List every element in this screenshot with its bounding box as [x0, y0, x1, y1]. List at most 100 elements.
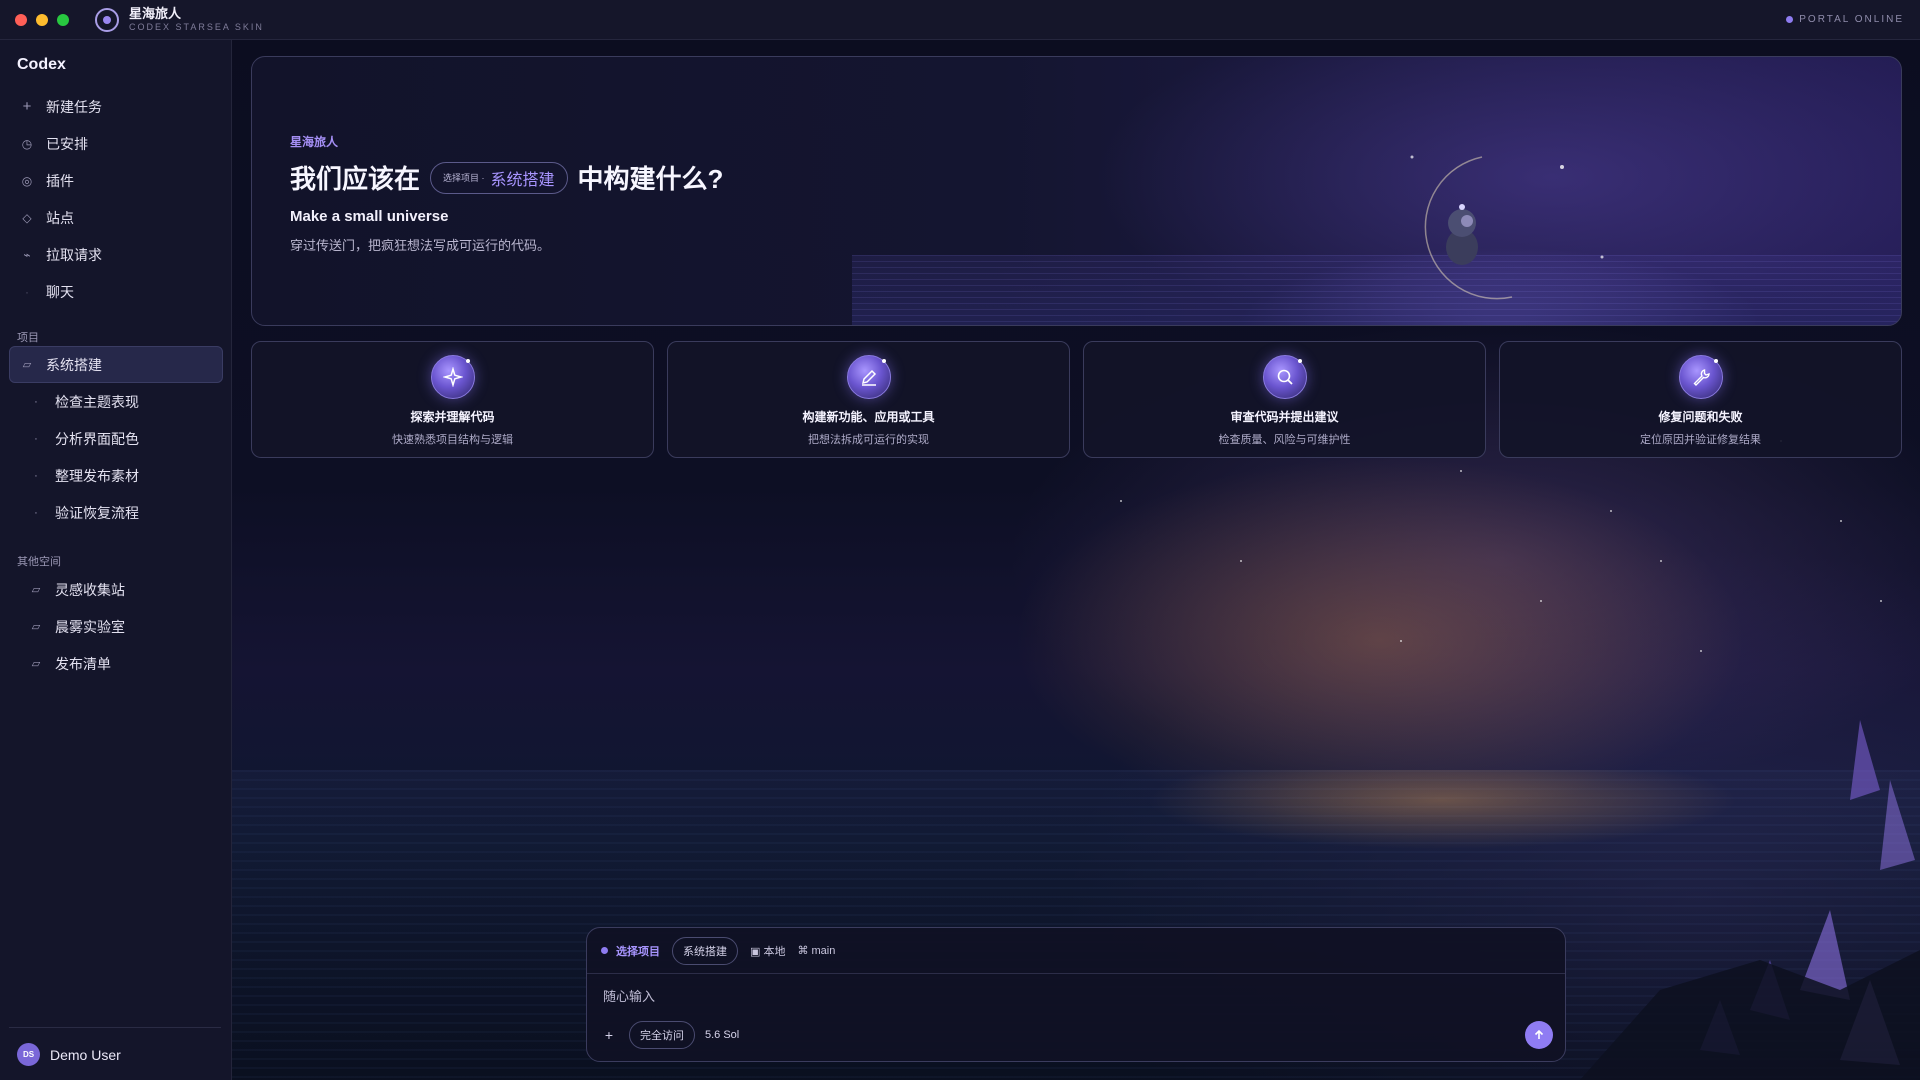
user-name: Demo User — [50, 1046, 121, 1063]
portal-logo-icon — [95, 7, 119, 32]
status-dot-icon — [1786, 16, 1794, 23]
suggestion-cards: 探索并理解代码 快速熟悉项目结构与逻辑 构建新功能、应用或工具 把想法拆成可运行… — [251, 341, 1902, 458]
composer-context-bar: 选择项目 系统搭建 ▣ 本地 ⌘ main — [587, 928, 1565, 974]
projects-section-label: 项目 — [17, 332, 39, 344]
project-item-label: 分析界面配色 — [55, 430, 139, 447]
portal-status: PORTAL ONLINE — [1786, 14, 1904, 25]
space-item[interactable]: ▱ 发布清单 — [9, 645, 223, 682]
sidebar-item-plugins[interactable]: ◎ 插件 — [0, 162, 232, 199]
card-description: 快速熟悉项目结构与逻辑 — [392, 434, 513, 446]
project-item[interactable]: · 分析界面配色 — [9, 420, 223, 457]
send-button[interactable] — [1525, 1021, 1553, 1049]
folder-icon: ▱ — [31, 621, 41, 633]
arrow-up-icon — [1534, 1029, 1544, 1039]
sidebar-item-label: 插件 — [46, 172, 74, 189]
dot-icon: · — [34, 469, 38, 482]
pull-request-icon: ⌁ — [23, 247, 31, 262]
card-review-code[interactable]: 审查代码并提出建议 检查质量、风险与可维护性 — [1083, 341, 1486, 458]
user-profile[interactable]: DS Demo User — [17, 1043, 121, 1066]
hero-title-suffix: 中构建什么? — [577, 164, 724, 194]
project-item-label: 验证恢复流程 — [55, 504, 139, 521]
sidebar-item-label: 新建任务 — [46, 98, 102, 115]
folder-icon: ▱ — [31, 658, 41, 670]
card-description: 检查质量、风险与可维护性 — [1218, 434, 1351, 446]
sidebar-divider — [9, 1027, 221, 1028]
project-item[interactable]: · 检查主题表现 — [9, 383, 223, 420]
title-bar: 星海旅人 CODEX STARSEA SKIN PORTAL ONLINE — [0, 0, 1920, 40]
sidebar-brand: Codex — [17, 56, 66, 73]
project-selector-value: 系统搭建 — [490, 171, 555, 189]
sparkle-icon — [430, 355, 475, 399]
card-title: 修复问题和失败 — [1658, 410, 1743, 424]
diamond-icon: ◇ — [22, 210, 32, 225]
prompt-input[interactable] — [603, 989, 1503, 1004]
project-item-label: 整理发布素材 — [55, 467, 139, 484]
avatar: DS — [17, 1043, 40, 1066]
hero-title: 我们应该在 选择项目 · 系统搭建 中构建什么? — [290, 159, 723, 196]
crystal-decoration — [1580, 720, 1920, 1080]
space-item[interactable]: ▱ 晨雾实验室 — [9, 608, 223, 645]
card-build-feature[interactable]: 构建新功能、应用或工具 把想法拆成可运行的实现 — [667, 341, 1070, 458]
card-explore-code[interactable]: 探索并理解代码 快速熟悉项目结构与逻辑 — [251, 341, 654, 458]
hero-panel: 星海旅人 我们应该在 选择项目 · 系统搭建 中构建什么? Make a sma… — [251, 56, 1902, 326]
environment-selector[interactable]: ▣ 本地 — [750, 943, 785, 959]
sidebar-item-pull-requests[interactable]: ⌁ 拉取请求 — [0, 236, 232, 273]
other-spaces-section-label: 其他空间 — [17, 556, 61, 568]
app-subtitle: CODEX STARSEA SKIN — [129, 22, 264, 32]
composer-project-label[interactable]: 选择项目 — [616, 943, 660, 959]
close-window-button[interactable] — [15, 13, 27, 26]
project-item-system-setup[interactable]: ▱ 系统搭建 — [9, 346, 223, 383]
card-title: 探索并理解代码 — [410, 410, 495, 424]
wrench-icon — [1678, 355, 1723, 399]
moon-astronaut-illustration — [1410, 155, 1604, 300]
project-selector-pill[interactable]: 选择项目 · 系统搭建 — [430, 161, 568, 194]
hero-description: 穿过传送门，把疯狂想法写成可运行的代码。 — [290, 238, 551, 253]
folder-icon: ▱ — [31, 584, 41, 596]
project-dot-icon — [601, 947, 608, 954]
access-mode-chip[interactable]: 完全访问 — [629, 1021, 695, 1049]
sidebar-item-label: 已安排 — [46, 135, 88, 152]
project-item-label: 检查主题表现 — [55, 393, 139, 410]
portal-status-label: PORTAL ONLINE — [1799, 14, 1904, 25]
window-controls — [15, 13, 69, 26]
folder-icon: ▱ — [22, 359, 32, 371]
project-item[interactable]: · 整理发布素材 — [9, 457, 223, 494]
sidebar-item-scheduled[interactable]: ◷ 已安排 — [0, 125, 232, 162]
sidebar: Codex + 新建任务 ◷ 已安排 ◎ 插件 ◇ 站点 ⌁ 拉取请求 · 聊天… — [0, 40, 232, 1080]
hero-kicker: 星海旅人 — [290, 135, 339, 149]
hero-heading: Make a small universe — [290, 208, 449, 225]
card-title: 审查代码并提出建议 — [1230, 410, 1339, 424]
app-title: 星海旅人 — [129, 6, 182, 21]
plus-icon: + — [22, 98, 32, 115]
hero-sea-illustration — [852, 255, 1901, 325]
sidebar-nav: + 新建任务 ◷ 已安排 ◎ 插件 ◇ 站点 ⌁ 拉取请求 · 聊天 — [0, 88, 232, 310]
sidebar-item-label: 聊天 — [46, 283, 74, 300]
sidebar-item-chat[interactable]: · 聊天 — [0, 273, 232, 310]
card-description: 把想法拆成可运行的实现 — [808, 434, 929, 446]
plugin-icon: ◎ — [21, 173, 33, 188]
card-description: 定位原因并验证修复结果 — [1640, 434, 1761, 446]
pencil-icon — [846, 355, 891, 399]
project-list: ▱ 系统搭建 · 检查主题表现 · 分析界面配色 · 整理发布素材 · 验证恢复… — [0, 346, 232, 531]
model-selector[interactable]: 5.6 Sol — [705, 1029, 739, 1041]
space-item-label: 灵感收集站 — [55, 581, 125, 598]
sidebar-item-sites[interactable]: ◇ 站点 — [0, 199, 232, 236]
space-item-label: 晨雾实验室 — [55, 618, 125, 635]
prompt-composer: 选择项目 系统搭建 ▣ 本地 ⌘ main + 完全访问 5.6 Sol — [586, 927, 1566, 1062]
card-fix-issues[interactable]: 修复问题和失败 定位原因并验证修复结果 — [1499, 341, 1902, 458]
space-item[interactable]: ▱ 灵感收集站 — [9, 571, 223, 608]
maximize-window-button[interactable] — [57, 13, 69, 26]
project-item-label: 系统搭建 — [46, 356, 102, 373]
minimize-window-button[interactable] — [36, 13, 48, 26]
magnifier-icon — [1262, 355, 1307, 399]
project-selector-label: 选择项目 · — [443, 173, 485, 183]
project-item[interactable]: · 验证恢复流程 — [9, 494, 223, 531]
dot-icon: · — [34, 395, 38, 408]
space-item-label: 发布清单 — [55, 655, 111, 672]
sidebar-item-new-task[interactable]: + 新建任务 — [0, 88, 232, 125]
composer-toolbar: + 完全访问 5.6 Sol — [599, 1021, 1553, 1049]
branch-selector[interactable]: ⌘ main — [797, 944, 835, 957]
add-attachment-button[interactable]: + — [599, 1027, 619, 1043]
composer-project-chip[interactable]: 系统搭建 — [672, 936, 738, 965]
hero-title-prefix: 我们应该在 — [290, 164, 421, 194]
